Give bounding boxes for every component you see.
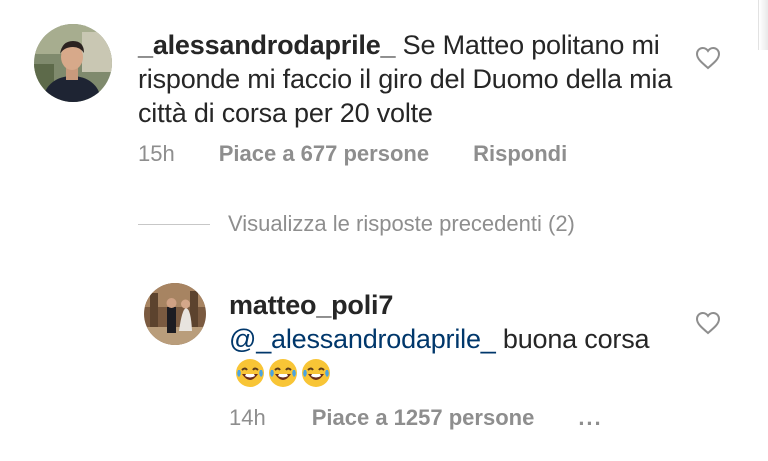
more-options-button[interactable]: ...	[578, 405, 602, 431]
emoji-group	[235, 358, 334, 396]
comment-timestamp: 14h	[229, 405, 266, 430]
avatar-photo	[144, 283, 206, 345]
laughing-tears-emoji-icon	[301, 358, 331, 388]
likes-count-link[interactable]: Piace a 1257 persone	[312, 405, 535, 431]
comments-screen: _alessandrodaprile_ Se Matteo politano m…	[0, 0, 768, 461]
comment-meta: 15h Piace a 677 persone Rispondi	[138, 141, 567, 167]
likes-count-link[interactable]: Piace a 677 persone	[219, 141, 429, 167]
reply-button[interactable]: Rispondi	[473, 141, 567, 167]
avatar[interactable]	[34, 24, 112, 102]
comment-username[interactable]: _alessandrodaprile_	[138, 30, 396, 60]
view-previous-replies-label: Visualizza le risposte precedenti (2)	[228, 211, 575, 236]
comment-body: _alessandrodaprile_ Se Matteo politano m…	[138, 28, 678, 130]
avatar-photo	[34, 24, 112, 102]
heart-outline-icon[interactable]	[695, 46, 721, 70]
avatar[interactable]	[144, 283, 206, 345]
comment-text: buona corsa	[502, 324, 650, 354]
laughing-tears-emoji-icon	[268, 358, 298, 388]
scrollbar[interactable]	[758, 0, 768, 50]
comment-body: matteo_poli7 @_alessandrodaprile_ buona …	[229, 288, 659, 396]
comment-timestamp: 15h	[138, 141, 175, 166]
laughing-tears-emoji-icon	[235, 358, 265, 388]
heart-outline-icon[interactable]	[695, 311, 721, 335]
comment-username[interactable]: matteo_poli7	[229, 290, 393, 320]
view-previous-replies-button[interactable]: Visualizza le risposte precedenti (2)	[138, 211, 575, 237]
mention-link[interactable]: @_alessandrodaprile_	[229, 324, 496, 354]
replies-divider	[138, 223, 210, 225]
comment-meta: 14h Piace a 1257 persone ...	[229, 405, 603, 431]
